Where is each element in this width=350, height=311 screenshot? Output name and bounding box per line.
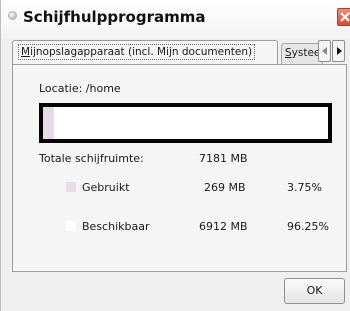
tab-my-storage-label: Mijnopslagapparaat (incl. Mijn documente… [18,44,256,60]
tab-panel [12,64,347,272]
tab-scroll-left-button[interactable] [318,40,331,62]
used-label: Gebruikt [82,181,130,194]
dialog-window: Schijfhulpprogramma Mijnopslagapparaat (… [0,0,350,311]
close-icon [340,12,350,22]
title-bar[interactable]: Schijfhulpprogramma [1,0,350,38]
used-color-swatch [66,182,76,192]
free-value: 6912 MB [199,220,248,233]
disk-usage-fill [43,107,54,139]
total-space-label: Totale schijfruimte: [39,152,144,165]
free-color-swatch [66,221,76,231]
total-space-value: 7181 MB [199,152,248,165]
app-icon [8,11,17,20]
window-title: Schijfhulpprogramma [23,8,206,26]
tab-scroll-right-button[interactable] [332,40,345,62]
close-button[interactable] [337,8,350,26]
free-label: Beschikbaar [82,220,150,233]
tab-my-storage[interactable]: Mijnopslagapparaat (incl. Mijn documente… [12,40,278,65]
tab-system[interactable]: Systeem [281,43,323,65]
used-percent: 3.75% [287,181,322,194]
chevron-left-icon [322,47,327,55]
used-value: 269 MB [204,181,246,194]
free-percent: 96.25% [287,220,329,233]
chevron-right-icon [337,47,342,55]
location-label: Locatie: /home [39,82,121,95]
disk-usage-bar [39,103,332,143]
ok-button[interactable]: OK [284,278,345,304]
